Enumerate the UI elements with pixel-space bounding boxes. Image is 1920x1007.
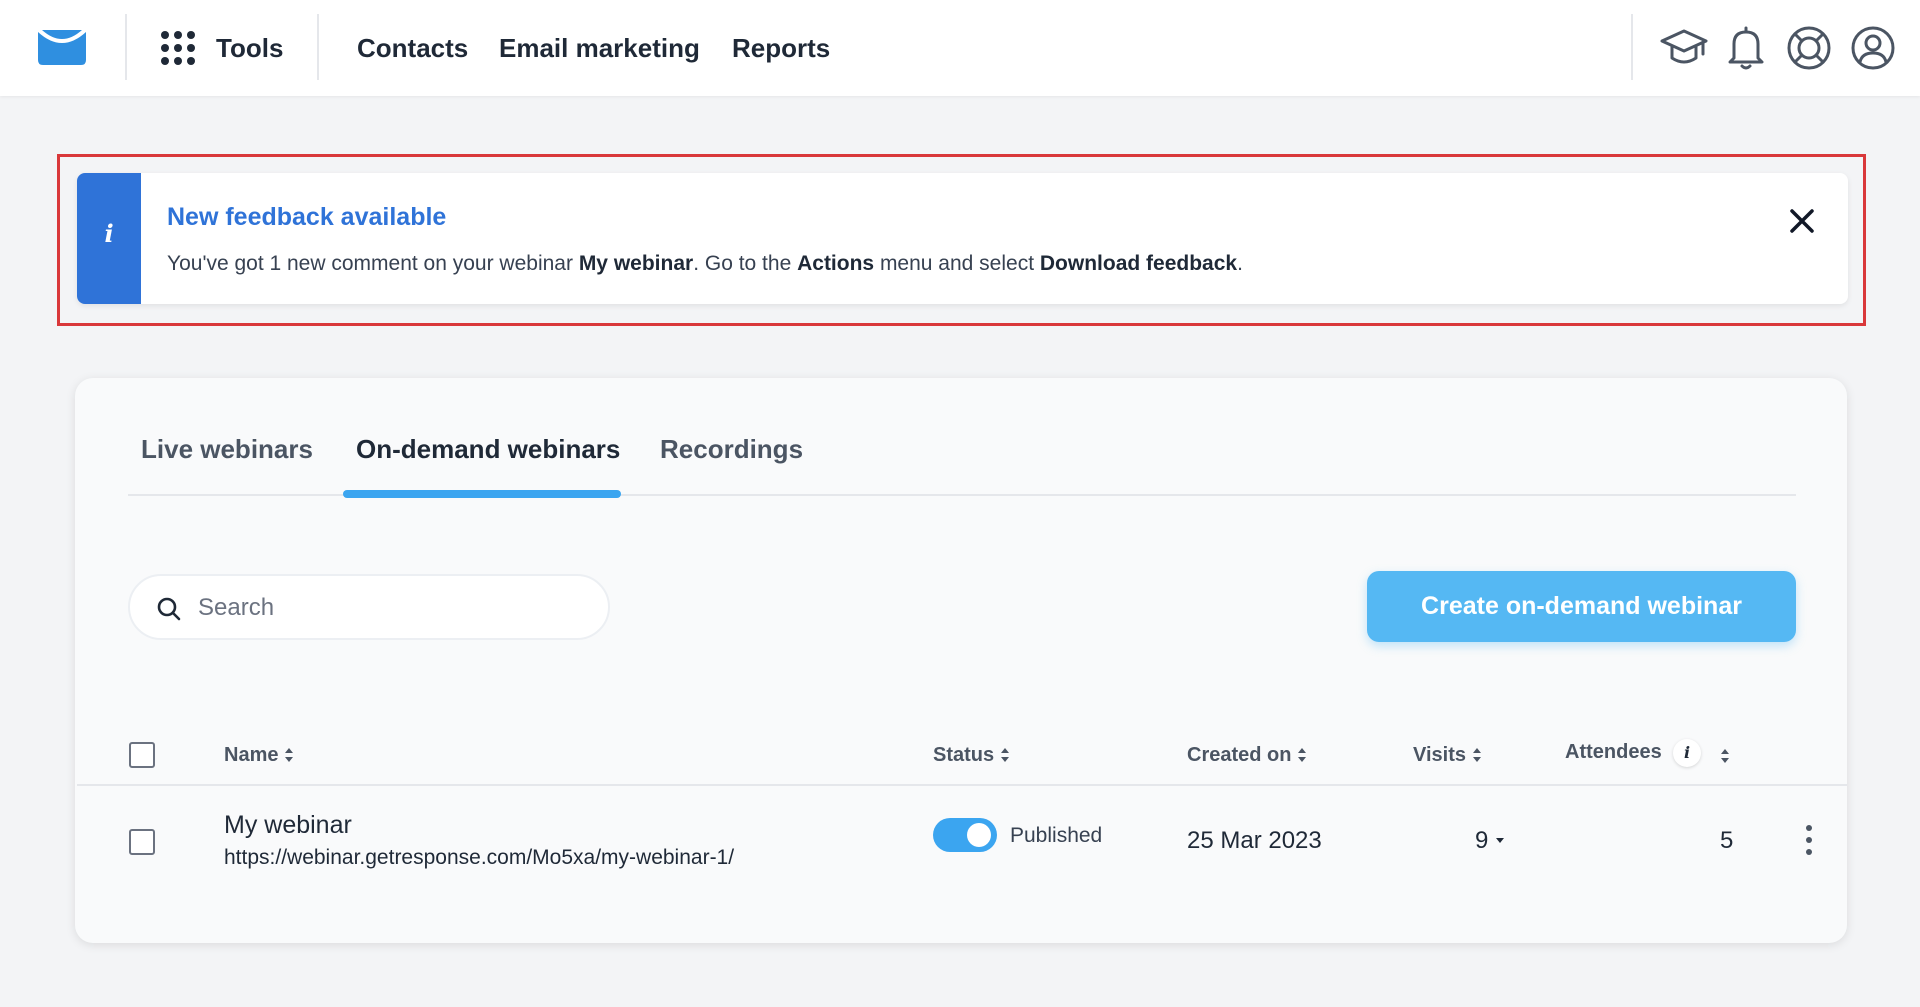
alert-message: You've got 1 new comment on your webinar… [167,252,1243,275]
tab-on-demand-webinars[interactable]: On-demand webinars [356,434,620,465]
top-navigation-bar: Tools Contacts Email marketing Reports [0,0,1920,96]
active-tab-indicator [343,490,621,498]
status-label: Published [1010,824,1103,847]
nav-reports[interactable]: Reports [732,33,830,64]
apps-grid-icon[interactable] [160,30,196,66]
nav-email-marketing[interactable]: Email marketing [499,33,700,64]
column-header-status[interactable]: Status [933,744,1010,767]
row-checkbox[interactable] [129,829,155,855]
select-all-checkbox[interactable] [129,742,155,768]
sort-icon[interactable] [1720,747,1730,765]
visits-dropdown[interactable]: 9 [1475,827,1505,855]
lifebuoy-icon[interactable] [1785,24,1833,72]
alert-info-bar: i [77,173,141,304]
tab-recordings[interactable]: Recordings [660,434,803,465]
sort-icon [285,748,294,762]
sort-icon [1473,748,1481,762]
column-header-attendees[interactable]: Attendees [1565,741,1662,764]
published-toggle[interactable] [933,818,997,852]
nav-divider [1631,14,1633,80]
graduation-cap-icon[interactable] [1660,24,1708,72]
create-on-demand-webinar-button[interactable]: Create on-demand webinar [1367,571,1796,642]
created-on-value: 25 Mar 2023 [1187,827,1322,854]
toggle-knob [967,823,991,847]
user-account-icon[interactable] [1849,24,1897,72]
alert-menu-name: Actions [797,252,875,275]
attendees-value: 5 [1720,827,1734,854]
sort-icon [1298,748,1307,762]
caret-down-icon [1496,838,1505,843]
column-header-visits[interactable]: Visits [1413,744,1482,767]
envelope-logo-icon[interactable] [36,28,88,68]
nav-tools[interactable]: Tools [216,33,283,64]
search-icon [157,597,181,621]
nav-contacts[interactable]: Contacts [357,33,468,64]
nav-divider [125,14,127,80]
info-icon: i [104,219,114,248]
tab-live-webinars[interactable]: Live webinars [141,434,313,465]
search-input[interactable] [198,590,588,626]
table-header-divider [77,784,1847,786]
column-header-created-on[interactable]: Created on [1187,744,1307,767]
alert-webinar-name: My webinar [578,252,694,275]
bell-icon[interactable] [1722,24,1770,72]
webinar-url-link[interactable]: https://webinar.getresponse.com/Mo5xa/my… [224,846,734,870]
alert-title: New feedback available [167,203,447,231]
nav-divider [317,14,319,80]
alert-action-name: Download feedback [1039,252,1238,275]
attendees-info-icon[interactable]: i [1673,739,1701,767]
sort-icon [1001,748,1010,762]
feedback-alert: i New feedback available You've got 1 ne… [77,173,1848,304]
column-header-name[interactable]: Name [224,744,294,767]
close-icon[interactable] [1787,206,1817,236]
more-actions-icon[interactable] [1797,823,1821,857]
webinar-name-link[interactable]: My webinar [224,811,352,840]
search-box[interactable] [128,574,610,640]
